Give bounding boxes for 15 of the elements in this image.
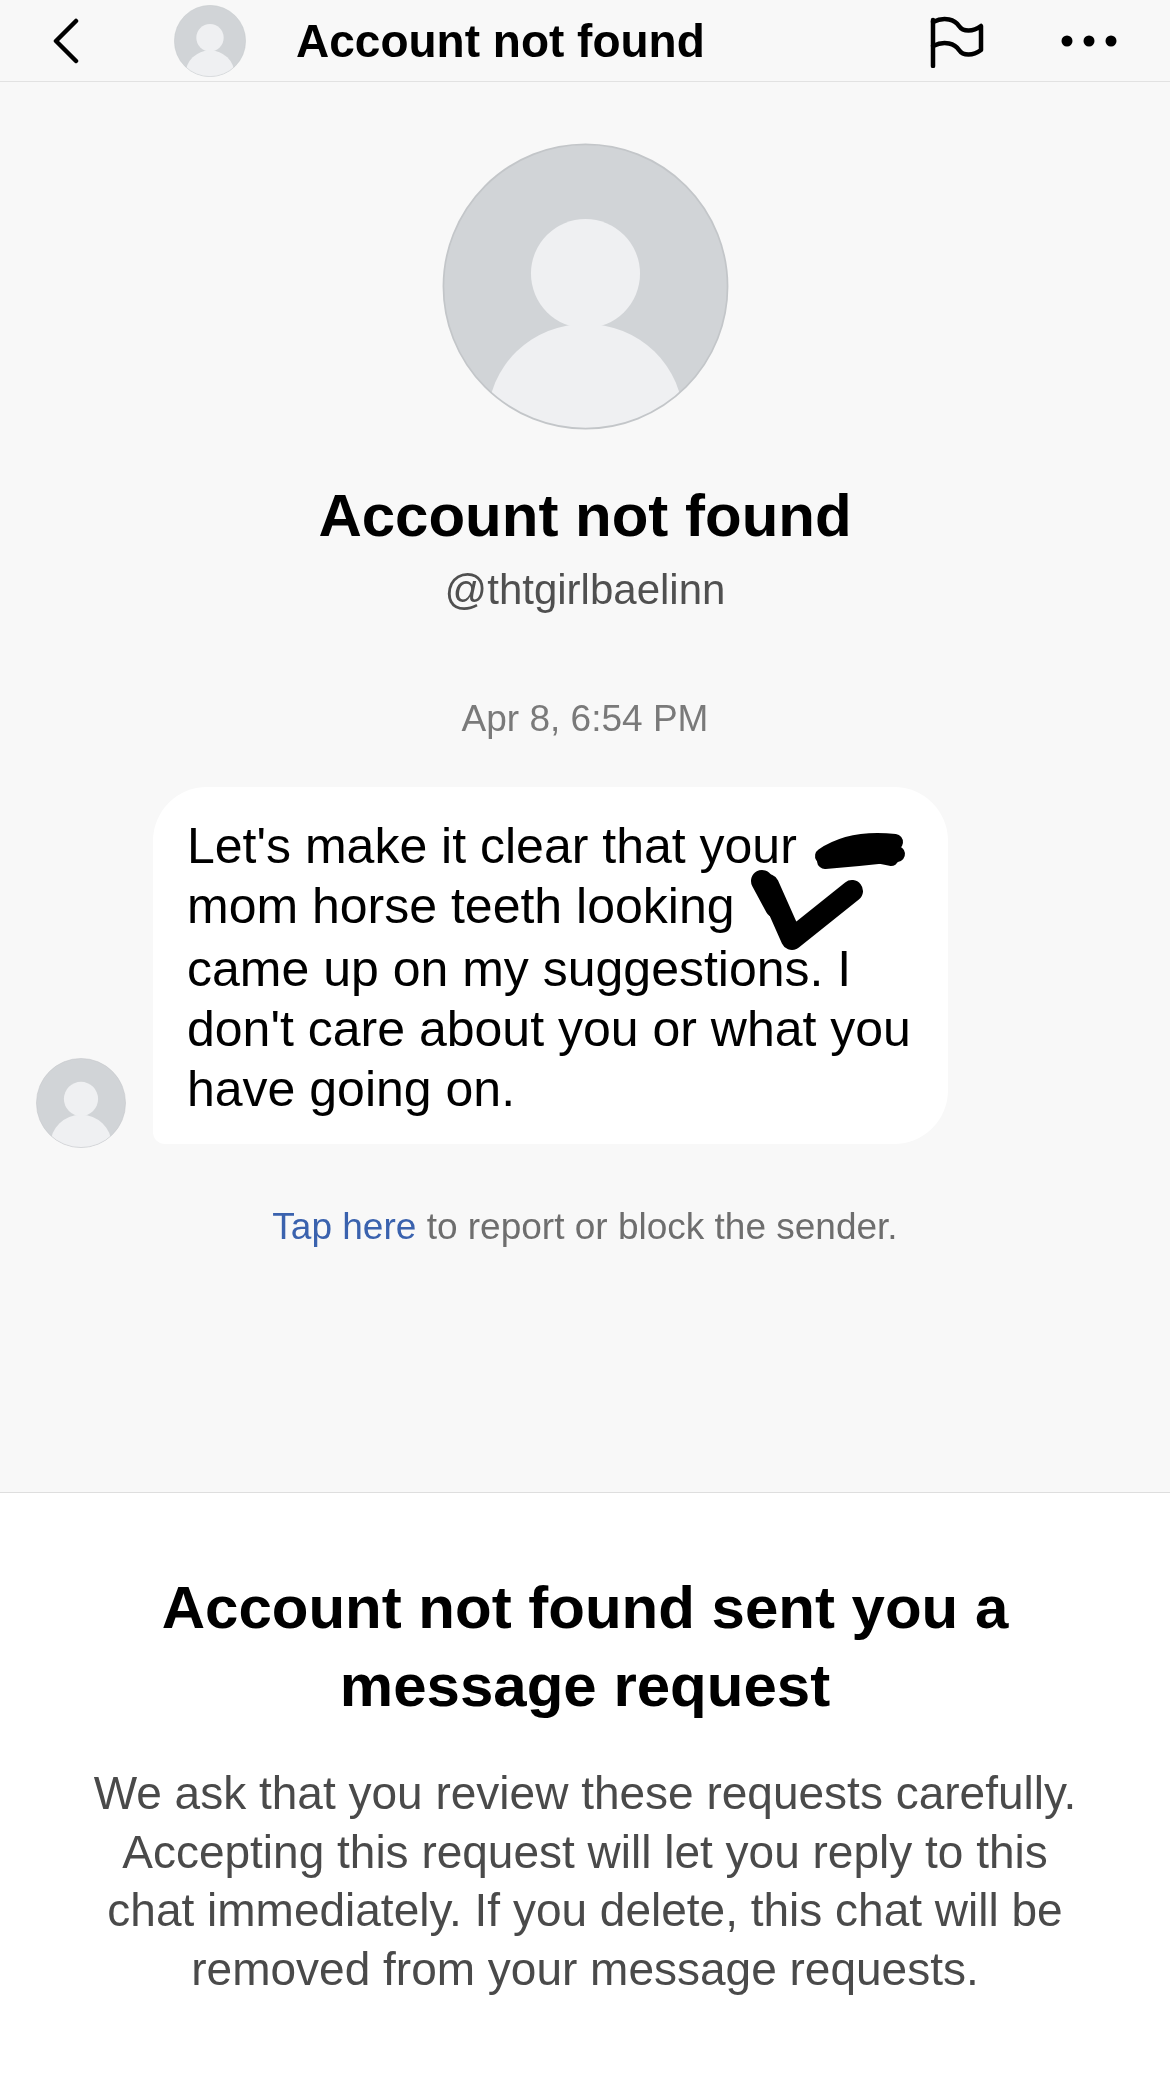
tap-here-link[interactable]: Tap here: [272, 1205, 417, 1247]
sender-avatar-icon: [36, 1057, 126, 1148]
chat-title: Account not found: [296, 13, 705, 69]
message-text: came up on my suggestions. I don't care about you or what you have going on.: [187, 940, 911, 1117]
profile-username: @thtgirlbaelinn: [444, 565, 726, 615]
back-chevron-icon: [53, 17, 79, 64]
message-text: Let's make it clear that your: [187, 818, 797, 874]
request-description: We ask that you review these requests carefully. Accepting this request will let you reply to this chat immediately. If you delete, this chat will be removed from your message requests.: [92, 1766, 1078, 1997]
request-title: Account not found sent you a message request: [160, 1573, 1010, 1721]
more-horizontal-icon: [1061, 34, 1117, 47]
message-text: mom horse teeth looking: [187, 878, 735, 934]
message-timestamp: Apr 8, 6:54 PM: [461, 697, 709, 741]
profile-avatar-icon: [441, 143, 729, 430]
profile-name: Account not found: [318, 481, 852, 551]
report-notice: Tap here to report or block the sender.: [272, 1204, 898, 1249]
